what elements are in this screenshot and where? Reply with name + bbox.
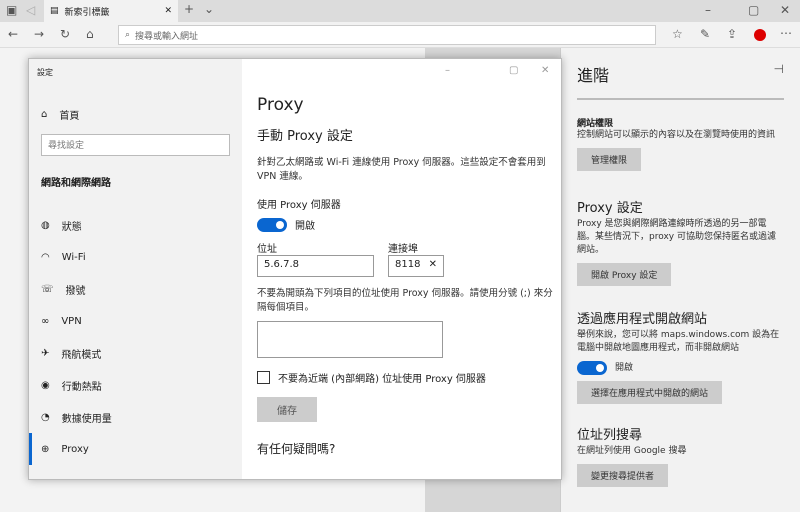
minimize-button[interactable]: – <box>445 65 450 76</box>
sidebar-item-2[interactable]: ☏ 撥號 <box>29 273 242 305</box>
use-proxy-toggle[interactable] <box>257 217 287 232</box>
search-icon: ⌕ <box>125 30 131 40</box>
settings-sidebar: 設定 ⌂ 首頁 尋找設定 網路和網際網路 ◍ 狀態 ◠ Wi-Fi ☏ 撥號 ∞ VPN ✈ 飛航模… <box>29 59 242 479</box>
perm-title: 網站權限 <box>577 119 614 129</box>
home-icon: ⌂ <box>41 108 48 120</box>
manual-title: 手動 Proxy 設定 <box>257 129 353 144</box>
apps-toggle[interactable] <box>577 361 607 375</box>
sidebar-item-3[interactable]: ∞ VPN <box>29 305 242 337</box>
divider <box>577 98 784 100</box>
window-title: 設定 <box>37 68 53 77</box>
sidebar-item-label: 行動熱點 <box>61 381 102 393</box>
section-title: 網路和網際網路 <box>41 178 111 189</box>
maximize-button[interactable]: ▢ <box>509 65 518 76</box>
port-label: 連接埠 <box>388 244 418 255</box>
sidebar-item-7[interactable]: ⊕ Proxy <box>29 433 242 465</box>
search-title: 位址列搜尋 <box>577 428 643 443</box>
panel-title: 進階 <box>577 66 610 85</box>
use-proxy-label: 使用 Proxy 伺服器 <box>257 200 341 211</box>
address-input[interactable]: 5.6.7.8 <box>257 255 374 277</box>
sidebar-item-label: 飛航模式 <box>61 349 102 361</box>
settings-window: 設定 ⌂ 首頁 尋找設定 網路和網際網路 ◍ 狀態 ◠ Wi-Fi ☏ 撥號 ∞ VPN ✈ 飛航模… <box>28 58 562 480</box>
tab-actions-icon[interactable]: ▣ <box>6 3 17 17</box>
tab-title: 新索引標籤 <box>64 7 110 18</box>
refresh-icon[interactable]: ↻ <box>60 27 70 41</box>
save-button[interactable]: 儲存 <box>257 397 317 422</box>
home-label: 首頁 <box>59 110 80 122</box>
address-placeholder: 搜尋或輸入網址 <box>135 31 199 42</box>
exceptions-desc: 不要為開頭為下列項目的位址使用 Proxy 伺服器。請使用分號 (;) 來分隔每… <box>257 288 553 313</box>
sidebar-item-label: 數據使用量 <box>61 413 112 425</box>
globe-icon: ⊕ <box>41 443 50 455</box>
sidebar-item-label: Proxy <box>61 443 89 455</box>
back-icon[interactable]: ← <box>8 27 18 41</box>
search-desc: 在網址列使用 Google 搜尋 <box>577 446 687 456</box>
close-tab-icon[interactable]: ✕ <box>164 6 172 16</box>
forward-icon[interactable]: → <box>34 27 44 41</box>
close-button[interactable]: ✕ <box>541 65 549 76</box>
data-usage-icon: ◔ <box>41 411 50 423</box>
sidebar-item-label: Wi-Fi <box>61 251 86 263</box>
clear-icon[interactable]: ✕ <box>429 259 437 273</box>
more-icon[interactable]: ⋯ <box>780 26 792 40</box>
port-input[interactable]: 8118 <box>395 259 420 273</box>
apps-title: 透過應用程式開啟網站 <box>577 312 708 327</box>
globe-status-icon: ◍ <box>41 219 50 231</box>
pen-icon[interactable]: ✎ <box>700 27 710 41</box>
hotspot-icon: ◉ <box>41 379 50 391</box>
change-search-provider-button[interactable]: 變更搜尋提供者 <box>577 464 669 487</box>
question-heading: 有任何疑問嗎? <box>257 442 336 456</box>
proxy-page: – ▢ ✕ Proxy 手動 Proxy 設定 針對乙太網路或 Wi-Fi 連線… <box>257 59 557 457</box>
sidebar-item-4[interactable]: ✈ 飛航模式 <box>29 337 242 369</box>
exceptions-input[interactable] <box>257 321 443 358</box>
address-label: 位址 <box>257 244 277 255</box>
apps-toggle-label: 開啟 <box>615 362 634 373</box>
sidebar-item-1[interactable]: ◠ Wi-Fi <box>29 241 242 273</box>
airplane-icon: ✈ <box>41 347 50 359</box>
perm-desc: 控制網站可以顯示的內容以及在瀏覽時使用的資訊 <box>577 130 776 140</box>
tab-list-chevron-icon[interactable]: ⌄ <box>204 2 214 16</box>
share-icon[interactable]: ⇪ <box>727 27 737 41</box>
open-proxy-settings-button[interactable]: 開啟 Proxy 設定 <box>577 263 672 286</box>
pin-icon[interactable]: ⊣ <box>774 62 784 76</box>
manual-desc: 針對乙太網路或 Wi-Fi 連線使用 Proxy 伺服器。這些設定不會套用到 V… <box>257 157 546 182</box>
sidebar-item-label: VPN <box>61 315 82 327</box>
home-icon[interactable]: ⌂ <box>86 27 94 41</box>
sidebar-item-0[interactable]: ◍ 狀態 <box>29 209 242 241</box>
adblock-icon[interactable] <box>754 29 766 41</box>
local-checkbox-label: 不要為近端 (內部網路) 位址使用 Proxy 伺服器 <box>278 374 486 385</box>
set-aside-tabs-icon[interactable]: ◁ <box>26 3 35 17</box>
tab-bar: ▣ ◁ ▤ 新索引標籤 ✕ + ⌄ – ▢ ✕ <box>0 0 800 22</box>
sidebar-item-home[interactable]: ⌂ 首頁 <box>29 98 242 130</box>
proxy-title: Proxy 設定 <box>577 201 643 216</box>
new-tab-icon: ▤ <box>50 6 59 16</box>
toggle-state: 開啟 <box>295 221 315 232</box>
settings-search-input[interactable]: 尋找設定 <box>41 134 230 156</box>
favorites-icon[interactable]: ☆ <box>672 27 683 41</box>
address-bar[interactable]: ⌕ 搜尋或輸入網址 <box>118 25 656 45</box>
wifi-icon: ◠ <box>41 251 50 263</box>
vpn-icon: ∞ <box>41 315 50 327</box>
page-title: Proxy <box>257 95 304 115</box>
minimize-button[interactable]: – <box>705 3 711 17</box>
apps-desc: 舉例來說，您可以將 maps.windows.com 設為在電腦中開啟地圖應用程… <box>577 330 780 353</box>
close-window-button[interactable]: ✕ <box>780 3 790 17</box>
tab-new[interactable]: ▤ 新索引標籤 ✕ <box>44 0 178 22</box>
proxy-desc: Proxy 是您與網際網路連線時所透過的另一部電腦。某些情況下，proxy 可協… <box>577 219 776 255</box>
sidebar-item-label: 狀態 <box>61 221 82 233</box>
dialup-icon: ☏ <box>41 283 54 295</box>
advanced-settings-panel: 進階 ⊣ 網站權限 控制網站可以顯示的內容以及在瀏覽時使用的資訊 管理權限 Pr… <box>560 48 800 512</box>
choose-apps-button[interactable]: 選擇在應用程式中開啟的網站 <box>577 381 723 404</box>
sidebar-item-label: 撥號 <box>65 285 86 297</box>
sidebar-item-5[interactable]: ◉ 行動熱點 <box>29 369 242 401</box>
new-tab-button[interactable]: + <box>184 2 194 16</box>
sidebar-item-6[interactable]: ◔ 數據使用量 <box>29 401 242 433</box>
maximize-button[interactable]: ▢ <box>748 3 759 17</box>
local-checkbox[interactable] <box>257 371 270 384</box>
manage-permissions-button[interactable]: 管理權限 <box>577 148 642 171</box>
